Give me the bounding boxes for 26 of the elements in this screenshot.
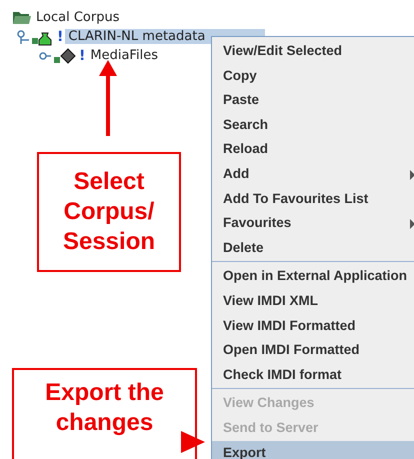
menu-item[interactable]: Favourites — [212, 211, 414, 236]
warning-mark: ! — [57, 28, 64, 44]
menu-item[interactable]: Export — [212, 440, 414, 459]
arrow-icon — [98, 60, 118, 136]
menu-item[interactable]: Copy — [212, 64, 414, 88]
menu-item[interactable]: Search — [212, 112, 414, 138]
warning-mark: ! — [79, 48, 86, 64]
menu-item[interactable]: View IMDI Formatted — [212, 314, 414, 338]
menu-item[interactable]: Delete — [212, 236, 414, 260]
submenu-arrow-icon — [410, 170, 414, 180]
menu-item[interactable]: Check IMDI format — [212, 362, 414, 388]
folder-icon — [13, 11, 31, 24]
submenu-arrow-icon — [410, 219, 414, 230]
menu-item[interactable]: Add — [212, 162, 414, 187]
callout-text: Export the changes — [44, 378, 165, 438]
menu-item[interactable]: View IMDI XML — [212, 288, 414, 314]
menu-item[interactable]: Open in External Application — [212, 264, 414, 289]
tree-node[interactable]: MediaFiles — [87, 48, 161, 63]
menu-item[interactable]: Paste — [212, 88, 414, 113]
collapsed-handle-icon[interactable] — [39, 50, 51, 60]
tree-node[interactable]: Local Corpus — [33, 10, 122, 25]
menu-item[interactable]: Add To Favourites List — [212, 186, 414, 212]
menu-item[interactable]: Reload — [212, 137, 414, 162]
expanded-handle-icon[interactable] — [17, 30, 29, 44]
callout-text: Select Corpus/ Session — [62, 167, 156, 257]
menu-item[interactable]: Open IMDI Formatted — [212, 338, 414, 363]
